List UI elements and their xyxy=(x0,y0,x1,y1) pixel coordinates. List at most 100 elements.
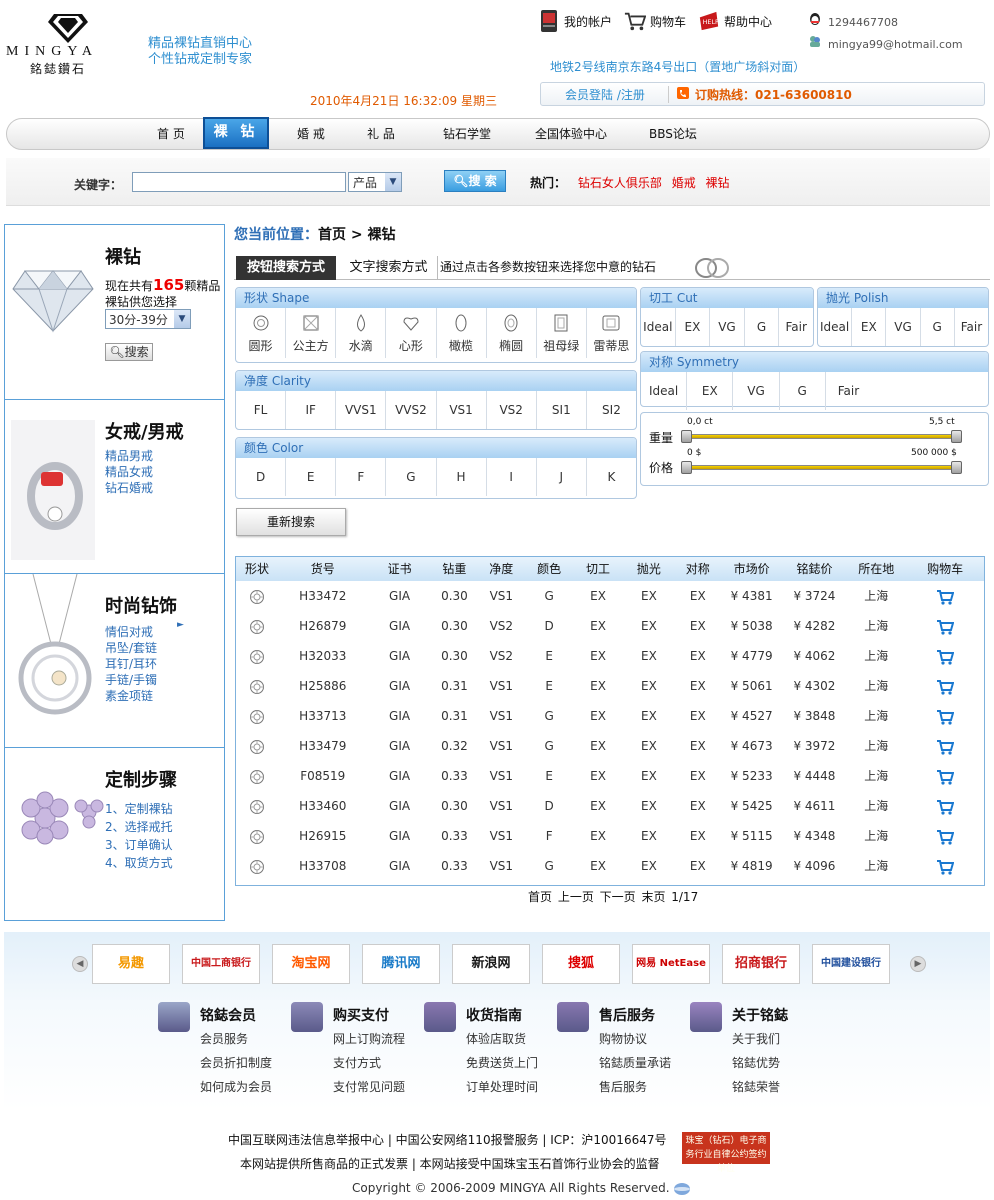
partner-logo[interactable]: 搜狐 xyxy=(542,944,620,984)
tab-text-search[interactable]: 文字搜索方式 xyxy=(340,256,438,280)
step-link[interactable]: 2、选择戒托 xyxy=(105,820,173,834)
chevron-left-icon[interactable]: ◀ xyxy=(72,956,88,972)
color-option[interactable]: F xyxy=(336,458,387,496)
search-type-select[interactable]: 产品 ▼ xyxy=(348,172,402,192)
symmetry-option[interactable]: EX xyxy=(687,372,734,410)
shape-option-oval[interactable]: 椭圆 xyxy=(487,308,537,358)
polish-option[interactable]: G xyxy=(921,308,955,346)
add-to-cart-icon[interactable] xyxy=(906,821,984,851)
table-row[interactable]: H33472 GIA 0.30 VS1 G EX EX EX ¥ 4381 ¥ 3724 上海 xyxy=(236,581,984,611)
price-max-handle[interactable] xyxy=(951,461,962,474)
step-link[interactable]: 1、定制裸钻 xyxy=(105,802,173,816)
keyword-input[interactable] xyxy=(132,172,346,192)
weight-max-handle[interactable] xyxy=(951,430,962,443)
add-to-cart-icon[interactable] xyxy=(906,731,984,761)
table-row[interactable]: H26879 GIA 0.30 VS2 D EX EX EX ¥ 5038 ¥ 4282 上海 xyxy=(236,611,984,641)
clarity-option[interactable]: VVS1 xyxy=(336,391,387,429)
table-row[interactable]: H26915 GIA 0.33 VS1 F EX EX EX ¥ 5115 ¥ 4348 上海 xyxy=(236,821,984,851)
color-option[interactable]: H xyxy=(437,458,487,496)
step-link[interactable]: 3、订单确认 xyxy=(105,838,173,852)
color-option[interactable]: J xyxy=(537,458,587,496)
footer-link[interactable]: 支付常见问题 xyxy=(333,1078,405,1095)
hot-link-loose[interactable]: 裸钻 xyxy=(706,176,736,190)
color-option[interactable]: I xyxy=(487,458,537,496)
price-track[interactable] xyxy=(685,465,957,470)
add-to-cart-icon[interactable] xyxy=(906,581,984,611)
cut-option[interactable]: Fair xyxy=(779,308,813,346)
add-to-cart-icon[interactable] xyxy=(906,791,984,821)
clarity-option[interactable]: IF xyxy=(286,391,337,429)
table-row[interactable]: H33460 GIA 0.30 VS1 D EX EX EX ¥ 5425 ¥ 4611 上海 xyxy=(236,791,984,821)
hot-link-wedding[interactable]: 婚戒 xyxy=(672,176,702,190)
chevron-right-icon[interactable]: ▶ xyxy=(910,956,926,972)
shape-option-radiant[interactable]: 雷蒂思 xyxy=(587,308,636,358)
symmetry-option[interactable]: VG xyxy=(733,372,780,410)
shape-option-princess[interactable]: 公主方 xyxy=(286,308,337,358)
partner-logo[interactable]: 腾讯网 xyxy=(362,944,440,984)
footer-link[interactable]: 免费送货上门 xyxy=(466,1054,538,1071)
footer-link[interactable]: 订单处理时间 xyxy=(466,1078,538,1095)
shape-option-round[interactable]: 圆形 xyxy=(236,308,287,358)
footer-link[interactable]: 支付方式 xyxy=(333,1054,381,1071)
pagination[interactable]: 首页 上一页 下一页 末页 1/17 xyxy=(528,888,698,905)
sidebar-link[interactable]: 精品女戒 xyxy=(105,465,153,479)
footer-link[interactable]: 购物协议 xyxy=(599,1030,647,1047)
sidebar-link[interactable]: 情侣对戒 xyxy=(105,625,153,639)
hot-link-club[interactable]: 钻石女人俱乐部 xyxy=(578,176,668,190)
nav-loose-diamond[interactable]: 裸 钻 xyxy=(203,117,269,149)
shape-option-marquise[interactable]: 橄榄 xyxy=(437,308,487,358)
email-address[interactable]: mingya99@hotmail.com xyxy=(828,34,963,56)
table-row[interactable]: H33713 GIA 0.31 VS1 G EX EX EX ¥ 4527 ¥ 3848 上海 xyxy=(236,701,984,731)
symmetry-option[interactable]: Fair xyxy=(826,372,871,410)
carat-select[interactable]: 30分-39分 ▼ xyxy=(105,309,191,329)
symmetry-option[interactable]: G xyxy=(780,372,826,410)
shape-option-pear[interactable]: 水滴 xyxy=(336,308,387,358)
polish-option[interactable]: Fair xyxy=(955,308,988,346)
footer-link[interactable]: 售后服务 xyxy=(599,1078,647,1095)
partner-logo[interactable]: 招商银行 xyxy=(722,944,800,984)
footer-link[interactable]: 网上订购流程 xyxy=(333,1030,405,1047)
color-option[interactable]: K xyxy=(587,458,636,496)
table-row[interactable]: F08519 GIA 0.33 VS1 E EX EX EX ¥ 5233 ¥ 4448 上海 xyxy=(236,761,984,791)
add-to-cart-icon[interactable] xyxy=(906,641,984,671)
cut-option[interactable]: Ideal xyxy=(641,308,676,346)
table-row[interactable]: H33479 GIA 0.32 VS1 G EX EX EX ¥ 4673 ¥ 3972 上海 xyxy=(236,731,984,761)
color-option[interactable]: G xyxy=(386,458,437,496)
polish-option[interactable]: VG xyxy=(886,308,921,346)
partner-logo[interactable]: 淘宝网 xyxy=(272,944,350,984)
nav-wedding-ring[interactable]: 婚 戒 xyxy=(297,125,325,142)
nav-bbs[interactable]: BBS论坛 xyxy=(649,125,697,142)
help-center-link[interactable]: HELP 帮助中心 xyxy=(698,8,772,34)
sidebar-link[interactable]: 手链/手镯 xyxy=(105,673,157,687)
add-to-cart-icon[interactable] xyxy=(906,671,984,701)
cut-option[interactable]: EX xyxy=(676,308,711,346)
footer-links[interactable]: 中国互联网违法信息举报中心 | 中国公安网络110报警服务 | ICP：沪100… xyxy=(228,1128,666,1152)
partner-logo[interactable]: 中国工商银行 xyxy=(182,944,260,984)
weight-track[interactable] xyxy=(685,434,957,439)
color-option[interactable]: E xyxy=(286,458,337,496)
footer-link[interactable]: 体验店取货 xyxy=(466,1030,526,1047)
tab-button-search[interactable]: 按钮搜索方式 xyxy=(236,256,336,280)
nav-home[interactable]: 首 页 xyxy=(157,125,185,142)
sidebar-link[interactable]: 吊坠/套链 xyxy=(105,641,157,655)
login-register-link[interactable]: 会员登陆 /注册 xyxy=(541,85,669,103)
shape-option-emerald[interactable]: 祖母绿 xyxy=(537,308,587,358)
qq-number[interactable]: 1294467708 xyxy=(828,12,898,34)
nav-experience-center[interactable]: 全国体验中心 xyxy=(535,125,607,142)
footer-link[interactable]: 会员服务 xyxy=(200,1030,248,1047)
polish-option[interactable]: EX xyxy=(852,308,887,346)
sidebar-link[interactable]: 素金项链 xyxy=(105,689,153,703)
sidebar-link[interactable]: 精品男戒 xyxy=(105,449,153,463)
table-row[interactable]: H33708 GIA 0.33 VS1 G EX EX EX ¥ 4819 ¥ 4096 上海 xyxy=(236,851,984,881)
table-row[interactable]: H25886 GIA 0.31 VS1 E EX EX EX ¥ 5061 ¥ 4302 上海 xyxy=(236,671,984,701)
cut-option[interactable]: G xyxy=(745,308,780,346)
sidebar-search-button[interactable]: 🔍︎搜索 xyxy=(105,343,153,361)
price-min-handle[interactable] xyxy=(681,461,692,474)
clarity-option[interactable]: VVS2 xyxy=(386,391,437,429)
footer-link[interactable]: 会员折扣制度 xyxy=(200,1054,272,1071)
footer-link[interactable]: 铭鋕质量承诺 xyxy=(599,1054,671,1071)
cut-option[interactable]: VG xyxy=(710,308,745,346)
footer-link[interactable]: 铭鋕优势 xyxy=(732,1054,780,1071)
step-link[interactable]: 4、取货方式 xyxy=(105,856,173,870)
color-option[interactable]: D xyxy=(236,458,287,496)
